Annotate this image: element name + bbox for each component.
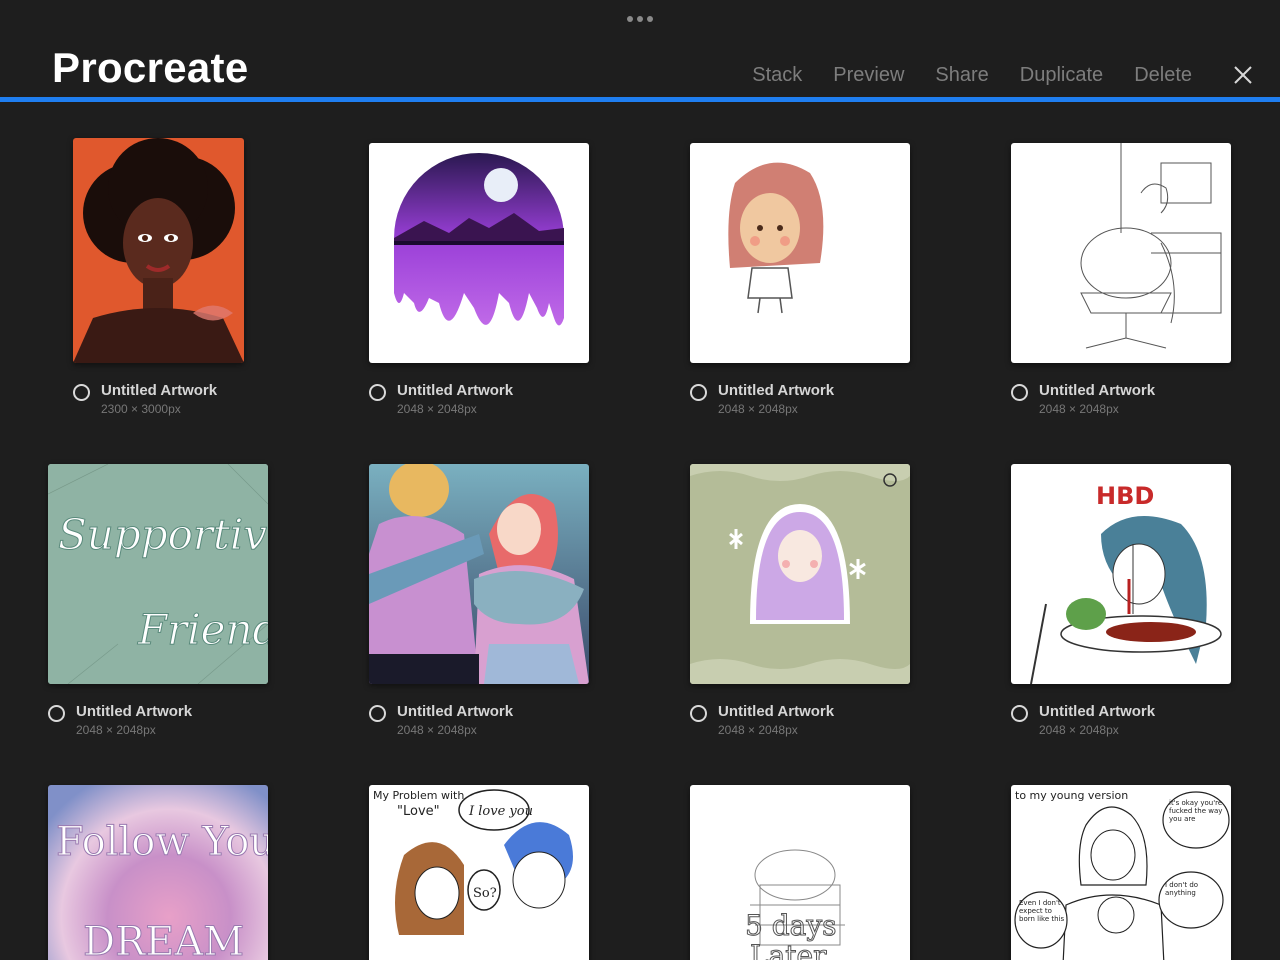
artwork-text: to my young version <box>1015 789 1128 802</box>
artwork-name: Untitled Artwork <box>397 703 514 720</box>
selection-toolbar: Stack Preview Share Duplicate Delete <box>752 64 1192 87</box>
artwork-thumbnail[interactable] <box>369 464 589 684</box>
artwork-text: HBD <box>1096 482 1154 510</box>
delete-button[interactable]: Delete <box>1134 64 1192 87</box>
artwork-size: 2048 × 2048px <box>1039 402 1119 416</box>
artwork-thumbnail[interactable]: Follow Your DREAM <box>48 785 268 960</box>
artwork-text: Friends <box>137 605 268 654</box>
artwork-text: it's okay you're fucked the way you are <box>1169 799 1223 823</box>
select-radio[interactable] <box>1011 705 1028 722</box>
artwork-text: "Love" <box>397 804 440 819</box>
artwork-thumbnail[interactable] <box>369 143 589 363</box>
select-radio[interactable] <box>73 384 90 401</box>
artwork-text: DREAM <box>83 919 244 960</box>
artwork-text: Even I don't expect to born like this <box>1019 899 1065 923</box>
artwork-name: Untitled Artwork <box>76 703 193 720</box>
artwork-name: Untitled Artwork <box>718 703 835 720</box>
artwork-name: Untitled Artwork <box>397 382 514 399</box>
artwork-text: I don't do anything <box>1165 881 1199 897</box>
artwork-thumbnail[interactable] <box>73 138 244 363</box>
artwork-name: Untitled Artwork <box>1039 703 1156 720</box>
select-radio[interactable] <box>369 384 386 401</box>
artwork-thumbnail[interactable]: My Problem with "Love" I love you So? <box>369 785 589 960</box>
artwork-text: Supportive <box>58 510 268 559</box>
artwork-thumbnail[interactable]: HBD <box>1011 464 1231 684</box>
select-radio[interactable] <box>48 705 65 722</box>
artwork-name: Untitled Artwork <box>101 382 218 399</box>
artwork-size: 2048 × 2048px <box>76 723 156 737</box>
artwork-text: 5 days <box>745 909 837 942</box>
select-radio[interactable] <box>690 384 707 401</box>
artwork-text: Later <box>750 939 827 960</box>
select-radio[interactable] <box>1011 384 1028 401</box>
select-radio[interactable] <box>690 705 707 722</box>
close-icon[interactable] <box>1232 64 1254 86</box>
artwork-name: Untitled Artwork <box>1039 382 1156 399</box>
app-title: Procreate <box>52 44 249 91</box>
duplicate-button[interactable]: Duplicate <box>1020 64 1103 87</box>
artwork-text: My Problem with <box>373 789 464 802</box>
share-button[interactable]: Share <box>935 64 988 87</box>
artwork-size: 2048 × 2048px <box>397 723 477 737</box>
artwork-text: So? <box>473 886 497 901</box>
artwork-thumbnail[interactable] <box>1011 143 1231 363</box>
artwork-thumbnail[interactable] <box>690 143 910 363</box>
artwork-text: Follow Your <box>56 819 268 865</box>
artwork-thumbnail[interactable]: Supportive Friends <box>48 464 268 684</box>
select-radio[interactable] <box>369 705 386 722</box>
artwork-thumbnail[interactable]: 5 days Later <box>690 785 910 960</box>
artwork-thumbnail[interactable]: to my young version it's okay you're fuc… <box>1011 785 1231 960</box>
artwork-size: 2048 × 2048px <box>718 723 798 737</box>
gallery-header: Procreate Stack Preview Share Duplicate … <box>0 0 1280 98</box>
artwork-size: 2048 × 2048px <box>1039 723 1119 737</box>
artwork-grid: Untitled Artwork 2300 × 3000px Untitled … <box>0 102 1280 960</box>
artwork-thumbnail[interactable] <box>690 464 910 684</box>
artwork-text: I love you <box>468 804 533 819</box>
artwork-size: 2048 × 2048px <box>718 402 798 416</box>
artwork-size: 2048 × 2048px <box>397 402 477 416</box>
stack-button[interactable]: Stack <box>752 64 802 87</box>
preview-button[interactable]: Preview <box>833 64 904 87</box>
artwork-name: Untitled Artwork <box>718 382 835 399</box>
artwork-size: 2300 × 3000px <box>101 402 181 416</box>
